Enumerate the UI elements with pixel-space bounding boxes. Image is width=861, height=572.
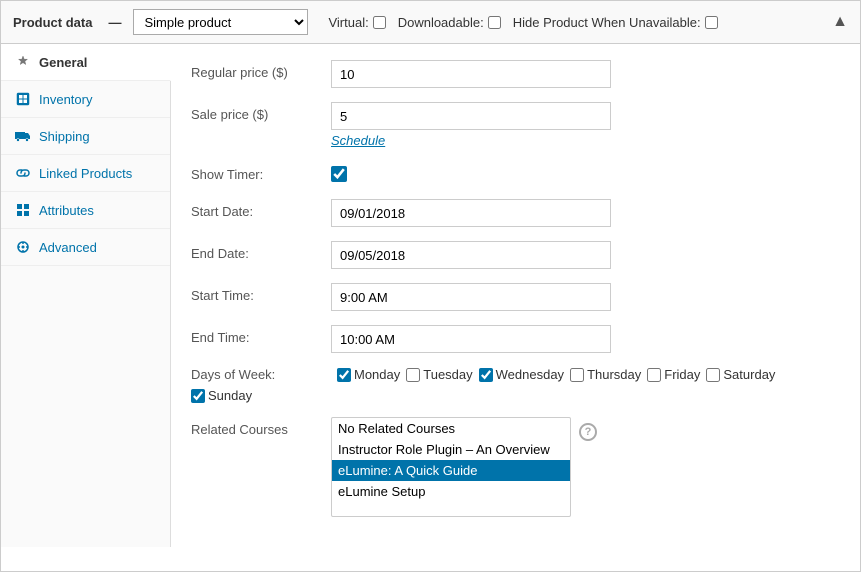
related-courses-field: No Related Courses Instructor Role Plugi… xyxy=(331,417,597,517)
start-date-field xyxy=(331,199,840,227)
related-courses-select[interactable]: No Related Courses Instructor Role Plugi… xyxy=(331,417,571,517)
day-wednesday: Wednesday xyxy=(479,367,564,382)
friday-checkbox[interactable] xyxy=(647,368,661,382)
sidebar-item-linked-products[interactable]: Linked Products xyxy=(1,155,170,192)
thursday-checkbox[interactable] xyxy=(570,368,584,382)
end-time-label: End Time: xyxy=(191,325,331,345)
day-friday: Friday xyxy=(647,367,700,382)
sidebar: General Inventory xyxy=(1,44,171,547)
linked-products-icon xyxy=(15,165,31,181)
saturday-label: Saturday xyxy=(723,367,775,382)
show-timer-label: Show Timer: xyxy=(191,162,331,182)
attributes-icon xyxy=(15,202,31,218)
sidebar-general-label: General xyxy=(39,55,87,70)
end-time-input[interactable] xyxy=(331,325,611,353)
product-type-select[interactable]: Simple productGrouped productExternal/Af… xyxy=(133,9,308,35)
virtual-checkbox[interactable] xyxy=(373,16,386,29)
related-courses-row: Related Courses No Related Courses Instr… xyxy=(191,417,840,517)
start-time-label: Start Time: xyxy=(191,283,331,303)
start-date-label: Start Date: xyxy=(191,199,331,219)
monday-checkbox[interactable] xyxy=(337,368,351,382)
start-time-input[interactable] xyxy=(331,283,611,311)
sidebar-item-general[interactable]: General xyxy=(1,44,171,81)
show-timer-field xyxy=(331,162,840,185)
sale-price-row: Sale price ($) Schedule xyxy=(191,102,840,148)
start-time-row: Start Time: xyxy=(191,283,840,311)
end-time-row: End Time: xyxy=(191,325,840,353)
show-timer-checkbox[interactable] xyxy=(331,166,347,182)
sidebar-linked-products-label: Linked Products xyxy=(39,166,132,181)
product-data-panel: Product data — Simple productGrouped pro… xyxy=(0,0,861,572)
regular-price-input[interactable] xyxy=(331,60,611,88)
product-data-body: General Inventory xyxy=(1,44,860,547)
sidebar-item-advanced[interactable]: Advanced xyxy=(1,229,170,266)
day-thursday: Thursday xyxy=(570,367,641,382)
sidebar-inventory-label: Inventory xyxy=(39,92,92,107)
regular-price-label: Regular price ($) xyxy=(191,60,331,80)
related-courses-label: Related Courses xyxy=(191,417,331,437)
regular-price-field xyxy=(331,60,840,88)
sidebar-item-inventory[interactable]: Inventory xyxy=(1,81,170,118)
product-data-title: Product data xyxy=(13,15,92,30)
days-of-week-row: Days of Week: Monday Tuesday Wednesday T… xyxy=(191,367,840,403)
sunday-label: Sunday xyxy=(208,388,252,403)
inventory-icon xyxy=(15,91,31,107)
start-date-row: Start Date: xyxy=(191,199,840,227)
general-icon xyxy=(15,54,31,70)
days-of-week-label: Days of Week: xyxy=(191,367,331,382)
sale-price-field: Schedule xyxy=(331,102,840,148)
show-timer-row: Show Timer: xyxy=(191,162,840,185)
list-item[interactable]: eLumine: A Quick Guide xyxy=(332,460,570,481)
sidebar-shipping-label: Shipping xyxy=(39,129,90,144)
tuesday-label: Tuesday xyxy=(423,367,472,382)
regular-price-row: Regular price ($) xyxy=(191,60,840,88)
hide-unavailable-checkbox[interactable] xyxy=(705,16,718,29)
shipping-icon xyxy=(15,128,31,144)
schedule-link[interactable]: Schedule xyxy=(331,133,840,148)
wednesday-checkbox[interactable] xyxy=(479,368,493,382)
day-sunday: Sunday xyxy=(191,388,252,403)
advanced-icon xyxy=(15,239,31,255)
sale-price-label: Sale price ($) xyxy=(191,102,331,122)
content-area: Regular price ($) Sale price ($) Schedul… xyxy=(171,44,860,547)
thursday-label: Thursday xyxy=(587,367,641,382)
friday-label: Friday xyxy=(664,367,700,382)
help-icon[interactable]: ? xyxy=(579,423,597,441)
sidebar-advanced-label: Advanced xyxy=(39,240,97,255)
list-item[interactable]: Instructor Role Plugin – An Overview xyxy=(332,439,570,460)
start-time-field xyxy=(331,283,840,311)
list-item[interactable]: No Related Courses xyxy=(332,418,570,439)
end-date-input[interactable] xyxy=(331,241,611,269)
start-date-input[interactable] xyxy=(331,199,611,227)
day-monday: Monday xyxy=(337,367,400,382)
sidebar-item-attributes[interactable]: Attributes xyxy=(1,192,170,229)
end-date-field xyxy=(331,241,840,269)
header-options: Virtual: Downloadable: Hide Product When… xyxy=(328,15,717,30)
hide-unavailable-label[interactable]: Hide Product When Unavailable: xyxy=(513,15,718,30)
sale-price-input[interactable] xyxy=(331,102,611,130)
monday-label: Monday xyxy=(354,367,400,382)
downloadable-checkbox[interactable] xyxy=(488,16,501,29)
virtual-label[interactable]: Virtual: xyxy=(328,15,385,30)
sidebar-attributes-label: Attributes xyxy=(39,203,94,218)
collapse-button[interactable]: ▲ xyxy=(832,13,848,31)
end-date-row: End Date: xyxy=(191,241,840,269)
header-dash: — xyxy=(108,15,121,30)
day-saturday: Saturday xyxy=(706,367,775,382)
end-time-field xyxy=(331,325,840,353)
sunday-checkbox[interactable] xyxy=(191,389,205,403)
sidebar-item-shipping[interactable]: Shipping xyxy=(1,118,170,155)
end-date-label: End Date: xyxy=(191,241,331,261)
wednesday-label: Wednesday xyxy=(496,367,564,382)
list-item[interactable]: eLumine Setup xyxy=(332,481,570,502)
day-tuesday: Tuesday xyxy=(406,367,472,382)
product-data-header: Product data — Simple productGrouped pro… xyxy=(1,1,860,44)
downloadable-label[interactable]: Downloadable: xyxy=(398,15,501,30)
tuesday-checkbox[interactable] xyxy=(406,368,420,382)
saturday-checkbox[interactable] xyxy=(706,368,720,382)
